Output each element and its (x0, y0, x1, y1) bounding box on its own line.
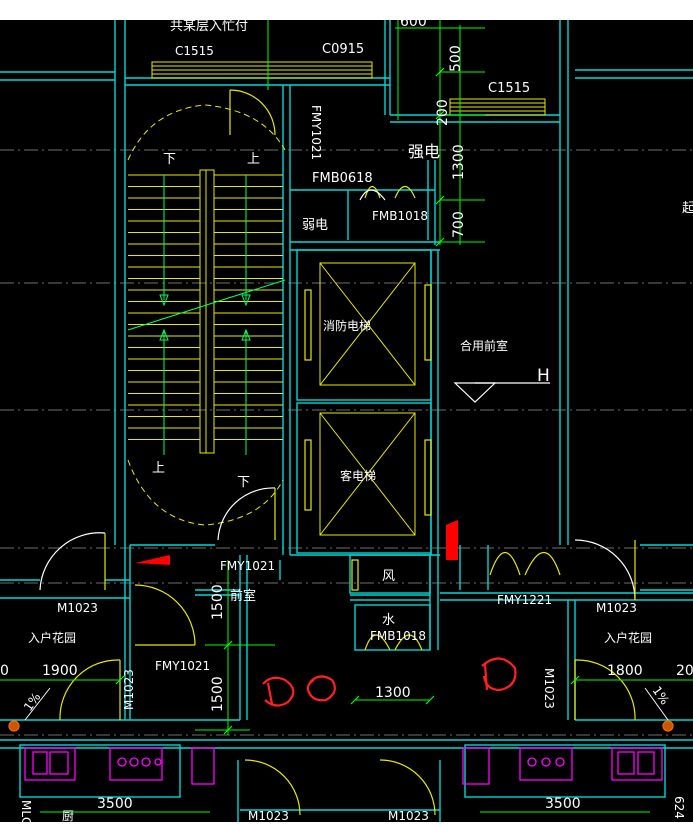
elevator-cars (319, 262, 416, 536)
m1023-right-label: M1023 (596, 601, 637, 615)
dim-h-1800: 1800 (607, 663, 643, 679)
fire-elevator-label: 消防电梯 (323, 318, 371, 333)
floor-drains (8, 720, 674, 732)
m1023-bottom-left-label: M1023 (248, 809, 289, 822)
red-fill-left (135, 555, 170, 565)
windows (151, 61, 546, 116)
grid-lines (0, 149, 693, 736)
dim-top-600: 600 (400, 20, 427, 30)
m1023-vertical-right: M1023 (542, 668, 556, 709)
edge-char-label: 起 (682, 201, 693, 216)
vestibule-label: 前室 (230, 588, 256, 604)
red-fill-right (446, 520, 458, 560)
door-fmy1021-top: FMY1021 (309, 105, 323, 160)
stair-up-bottom-label: 上 (152, 461, 165, 476)
fmy1021-lower-label: FMY1021 (155, 659, 210, 673)
dim-edge-left-0: 0 (0, 663, 9, 679)
edge-right-code-label: 624 (672, 796, 686, 819)
m1023-vertical-left: M1023 (122, 669, 136, 710)
passenger-elevator-label: 客电梯 (340, 468, 376, 483)
kitchen-fixtures (24, 747, 663, 785)
weak-power-label: 弱电 (302, 218, 328, 233)
stair-down-top-label: 下 (163, 152, 176, 167)
m1023-bottom-right-label: M1023 (388, 809, 429, 822)
stair-down-bottom-label: 下 (237, 475, 250, 490)
dim-v-500: 500 (448, 45, 464, 72)
entry-garden-right-label: 入户花园 (604, 630, 652, 645)
dim-v-1500-upper: 1500 (210, 584, 226, 620)
stair-up-top-label: 上 (247, 152, 260, 167)
dimension-lines (0, 20, 693, 813)
top-note-label: 共某层入忙付 (170, 20, 248, 34)
window-c0915: C0915 (322, 42, 364, 57)
edge-left-code-label: MLC (19, 800, 33, 822)
floor-plan-drawing: 共某层入忙付 C1515 C0915 C1515 FMY1021 强电 FMB0… (0, 14, 693, 825)
window-c1515-left: C1515 (175, 44, 214, 58)
dim-v-700: 700 (451, 211, 467, 238)
elevation-symbol (453, 382, 550, 403)
dim-v-200: 200 (435, 99, 451, 126)
fmb1018-top-label: FMB1018 (372, 209, 428, 223)
dim-edge-right-20: 20 (676, 663, 693, 679)
fmy1021-mid-label: FMY1021 (220, 559, 275, 573)
window-c1515-right: C1515 (488, 81, 530, 96)
m1023-left-label: M1023 (57, 601, 98, 615)
fmy1221-label: FMY1221 (497, 593, 552, 607)
shared-vestibule-label: 合用前室 (460, 338, 508, 353)
wind-shaft-label: 风 (382, 569, 395, 584)
cad-window: 共某层入忙付 C1515 C0915 C1515 FMY1021 强电 FMB0… (0, 0, 693, 825)
edge-left-char-label: 厨 (62, 809, 74, 822)
slope-left-label: 1% (21, 690, 43, 714)
entry-garden-left-label: 入户花园 (28, 630, 76, 645)
slope-right-label: 1% (650, 684, 672, 708)
dim-v-1300: 1300 (451, 144, 467, 180)
fmb0618-label: FMB0618 (312, 171, 373, 186)
dim-h-1300: 1300 (375, 685, 411, 701)
walls (0, 20, 693, 822)
h-mark: H (537, 366, 550, 386)
dimension-texts: 600 500 200 1300 700 1500 1500 1900 1300… (0, 14, 693, 812)
dim-h-3500-right: 3500 (545, 796, 581, 812)
dimension-ticks (115, 67, 580, 735)
top-strip (0, 0, 693, 20)
dim-h-1900: 1900 (42, 663, 78, 679)
dim-v-1500-lower: 1500 (210, 676, 226, 712)
drawing-canvas[interactable]: 共某层入忙付 C1515 C0915 C1515 FMY1021 强电 FMB0… (0, 14, 693, 825)
water-shaft-label: 水 (382, 613, 395, 628)
dim-h-3500-left: 3500 (97, 796, 133, 812)
strong-power-label: 强电 (408, 142, 440, 161)
fmb1018-bottom-label: FMB1018 (370, 629, 426, 643)
